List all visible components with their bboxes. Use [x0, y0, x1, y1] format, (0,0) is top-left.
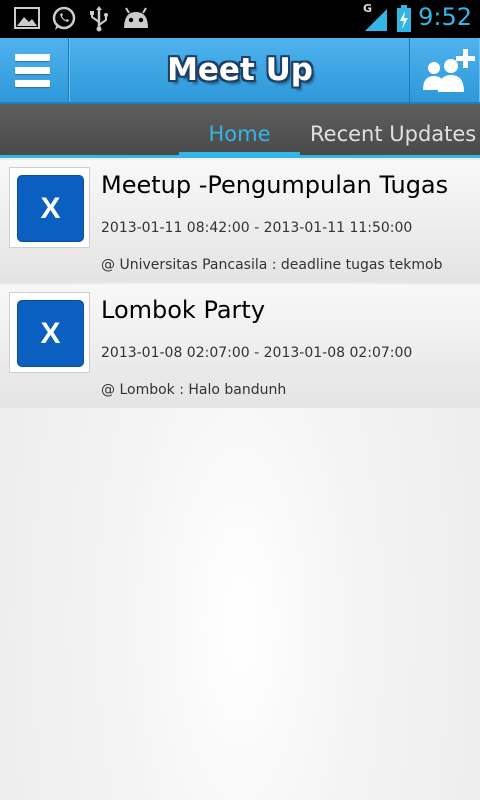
menu-button[interactable]: [0, 38, 69, 102]
add-group-button[interactable]: [409, 38, 480, 102]
event-time-range: 2013-01-11 08:42:00 - 2013-01-11 11:50:0…: [101, 220, 413, 236]
android-debug-icon: [121, 6, 151, 34]
event-thumbnail: X: [9, 167, 90, 248]
tab-home[interactable]: Home: [179, 104, 300, 158]
event-thumbnail: X: [9, 292, 90, 373]
event-time-range: 2013-01-08 02:07:00 - 2013-01-08 02:07:0…: [101, 345, 413, 361]
event-title: Meetup -Pengumpulan Tugas: [101, 171, 449, 199]
event-title: Lombok Party: [101, 296, 266, 324]
list-item[interactable]: X Meetup -Pengumpulan Tugas 2013-01-11 0…: [0, 160, 480, 283]
usb-icon: [88, 6, 110, 36]
action-bar: Meet Up: [0, 38, 480, 104]
thumbnail-letter: X: [40, 192, 61, 225]
status-bar: G 9:52: [0, 0, 480, 38]
signal-icon: [363, 7, 389, 35]
battery-charging-icon: [396, 5, 412, 37]
list-item[interactable]: X Lombok Party 2013-01-08 02:07:00 - 201…: [0, 285, 480, 408]
app-title: Meet Up: [167, 52, 313, 88]
tab-bar: Home Recent Updates: [0, 104, 480, 158]
clock: 9:52: [418, 3, 472, 31]
whatsapp-icon: [51, 6, 77, 36]
event-location: @ Universitas Pancasila : deadline tugas…: [101, 257, 443, 273]
event-list: X Meetup -Pengumpulan Tugas 2013-01-11 0…: [0, 160, 480, 410]
gallery-icon: [14, 6, 40, 34]
add-group-icon: [420, 46, 476, 100]
event-location: @ Lombok : Halo bandunh: [101, 382, 287, 398]
thumbnail-letter: X: [40, 317, 61, 350]
tab-recent-updates[interactable]: Recent Updates: [300, 104, 480, 155]
